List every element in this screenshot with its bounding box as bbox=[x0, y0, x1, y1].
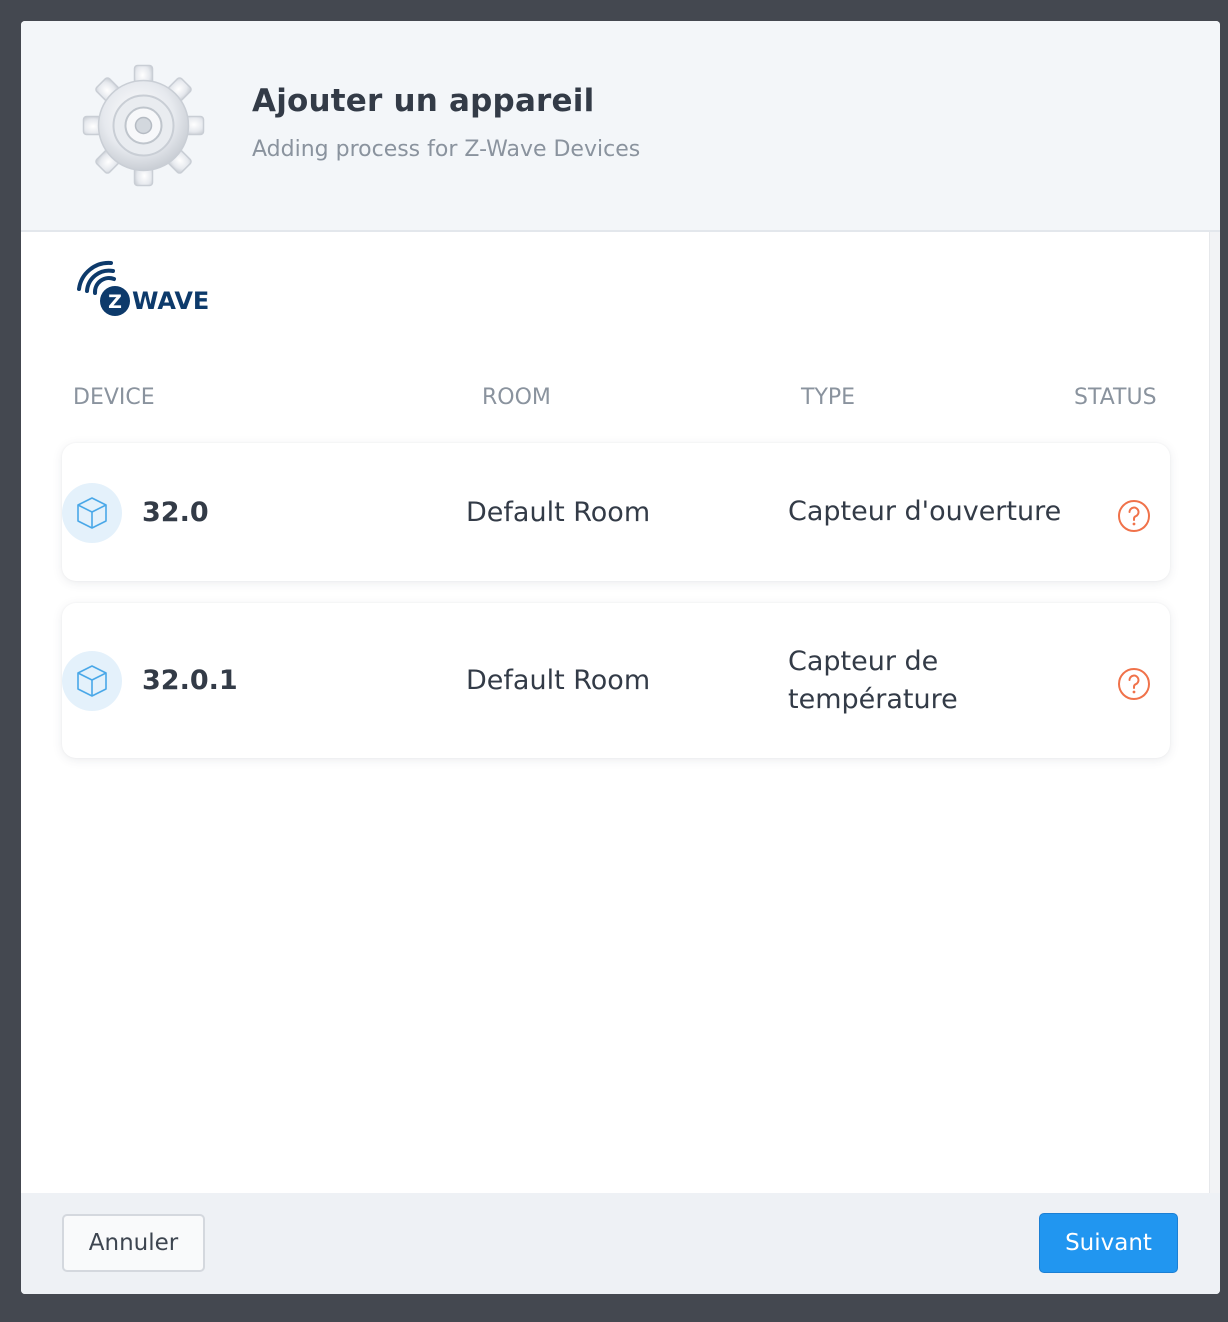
device-icon-badge bbox=[62, 651, 122, 711]
device-room: Default Room bbox=[466, 665, 651, 696]
device-row[interactable]: 32.0 Default Room Capteur d'ouverture bbox=[62, 443, 1170, 581]
device-room: Default Room bbox=[466, 497, 651, 528]
question-circle-icon[interactable] bbox=[1117, 667, 1151, 701]
zwave-logo-text: WAVE bbox=[132, 287, 209, 315]
question-circle-icon[interactable] bbox=[1117, 499, 1151, 533]
add-device-modal: Ajouter un appareil Adding process for Z… bbox=[21, 21, 1220, 1294]
cube-icon bbox=[77, 497, 107, 529]
zwave-logo-letter: Z bbox=[108, 291, 122, 313]
column-device: DEVICE bbox=[73, 385, 155, 410]
gear-icon bbox=[82, 64, 205, 187]
scrollbar[interactable] bbox=[1209, 232, 1220, 1194]
device-row[interactable]: 32.0.1 Default Room Capteur de températu… bbox=[62, 603, 1170, 758]
modal-header: Ajouter un appareil Adding process for Z… bbox=[21, 21, 1220, 232]
table-header: DEVICE ROOM TYPE STATUS bbox=[21, 385, 1220, 415]
modal-footer: Annuler Suivant bbox=[21, 1193, 1220, 1294]
device-type: Capteur de température bbox=[788, 646, 958, 715]
device-icon-badge bbox=[62, 483, 122, 543]
device-name: 32.0.1 bbox=[142, 665, 238, 696]
next-button[interactable]: Suivant bbox=[1039, 1213, 1178, 1273]
cube-icon bbox=[77, 665, 107, 697]
cancel-button[interactable]: Annuler bbox=[62, 1214, 205, 1272]
device-type: Capteur d'ouverture bbox=[788, 496, 1062, 527]
column-status: STATUS bbox=[1074, 385, 1157, 410]
device-name: 32.0 bbox=[142, 497, 209, 528]
modal-title: Ajouter un appareil bbox=[252, 83, 595, 119]
zwave-logo: Z WAVE bbox=[77, 260, 209, 316]
modal-subtitle: Adding process for Z-Wave Devices bbox=[252, 137, 641, 162]
column-room: ROOM bbox=[482, 385, 551, 410]
column-type: TYPE bbox=[801, 385, 856, 410]
